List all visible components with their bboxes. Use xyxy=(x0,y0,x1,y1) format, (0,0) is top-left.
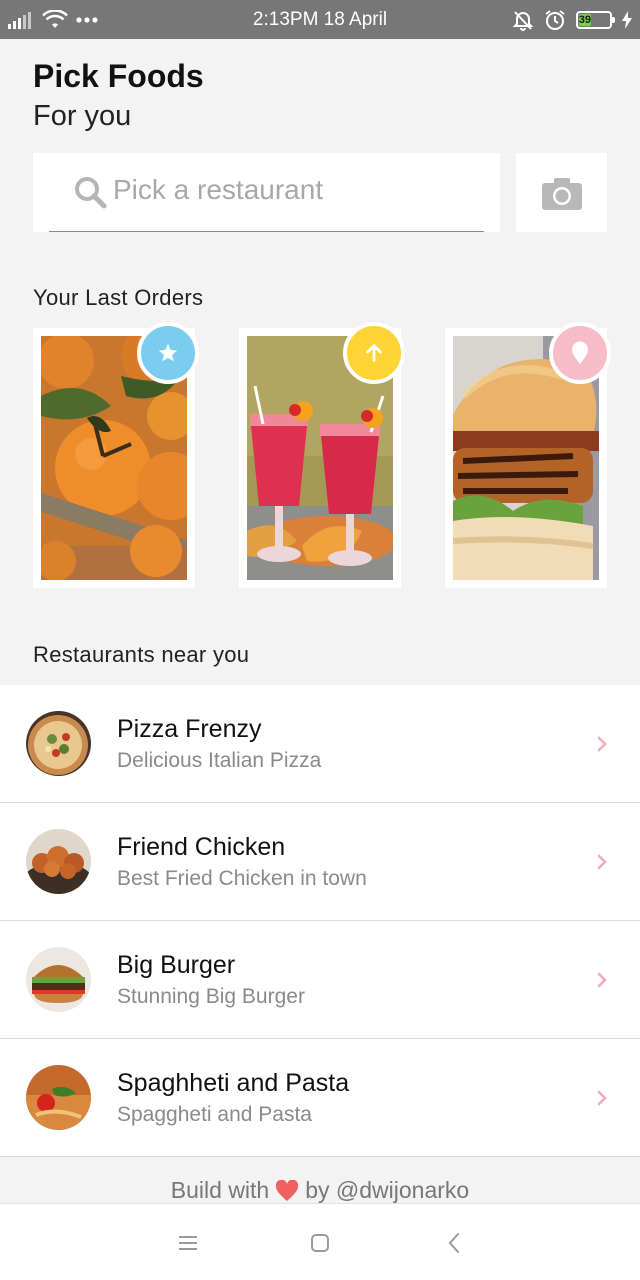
location-pin-icon xyxy=(572,341,588,364)
back-button[interactable] xyxy=(442,1231,466,1255)
heart-icon xyxy=(276,1179,299,1201)
last-order-card[interactable] xyxy=(33,322,199,588)
status-right: 39 xyxy=(512,8,632,32)
menu-button[interactable] xyxy=(176,1231,200,1255)
chevron-right-icon xyxy=(597,736,607,752)
page-title: Pick Foods xyxy=(33,58,204,94)
restaurants-label: Restaurants near you xyxy=(33,642,250,667)
charging-icon xyxy=(622,11,632,29)
chevron-right-icon xyxy=(597,1090,607,1106)
home-button[interactable] xyxy=(308,1231,332,1255)
location-badge[interactable] xyxy=(549,322,611,384)
trending-badge[interactable] xyxy=(343,322,405,384)
page-subtitle: For you xyxy=(33,100,132,132)
restaurant-name: Big Burger xyxy=(117,951,236,979)
restaurant-item[interactable]: Friend Chicken Best Fried Chicken in tow… xyxy=(0,803,640,921)
home-square-icon xyxy=(311,1234,329,1252)
search-icon xyxy=(75,177,107,209)
star-icon xyxy=(158,343,178,362)
camera-icon xyxy=(541,177,582,210)
battery-percent: 39 xyxy=(578,14,591,26)
restaurant-name: Pizza Frenzy xyxy=(117,715,262,743)
back-icon xyxy=(448,1233,459,1253)
search-placeholder: Pick a restaurant xyxy=(113,174,324,205)
restaurant-list: Pizza Frenzy Delicious Italian Pizza Fri… xyxy=(0,685,640,1157)
pasta-photo xyxy=(26,1065,91,1130)
burger-photo xyxy=(26,947,91,1012)
restaurant-description: Delicious Italian Pizza xyxy=(117,749,322,772)
silent-bell-icon xyxy=(512,11,534,31)
restaurant-item[interactable]: Spaghheti and Pasta Spaggheti and Pasta xyxy=(0,1039,640,1157)
last-orders-label: Your Last Orders xyxy=(33,285,204,310)
restaurant-description: Spaggheti and Pasta xyxy=(117,1103,312,1126)
restaurant-description: Best Fried Chicken in town xyxy=(117,867,367,890)
chevron-right-icon xyxy=(597,854,607,870)
footer-prefix: Build with xyxy=(170,1177,270,1203)
restaurant-item[interactable]: Pizza Frenzy Delicious Italian Pizza xyxy=(0,685,640,803)
menu-icon xyxy=(179,1236,197,1250)
restaurant-description: Stunning Big Burger xyxy=(117,985,305,1008)
alarm-icon xyxy=(545,10,565,30)
footer-suffix: by @dwijonarko xyxy=(305,1177,470,1203)
pizza-photo xyxy=(26,711,91,776)
last-order-card[interactable] xyxy=(445,322,611,588)
battery-icon: 39 xyxy=(576,11,615,29)
restaurant-name: Friend Chicken xyxy=(117,833,286,861)
camera-button[interactable] xyxy=(516,153,607,232)
restaurant-name: Spaghheti and Pasta xyxy=(117,1069,350,1097)
arrow-up-icon xyxy=(366,344,382,362)
footer-credit: Build with by @dwijonarko xyxy=(0,1177,640,1204)
search-input[interactable]: Pick a restaurant xyxy=(33,153,500,232)
status-bar: 2:13PM 18 April 39 xyxy=(0,0,640,39)
system-nav-bar xyxy=(0,1203,640,1280)
battery-level: 39 xyxy=(579,14,591,26)
star-badge[interactable] xyxy=(137,322,199,384)
chevron-right-icon xyxy=(597,972,607,988)
search-underline xyxy=(49,231,484,232)
last-order-card[interactable] xyxy=(239,322,405,588)
restaurant-item[interactable]: Big Burger Stunning Big Burger xyxy=(0,921,640,1039)
fried-chicken-photo xyxy=(26,829,91,894)
